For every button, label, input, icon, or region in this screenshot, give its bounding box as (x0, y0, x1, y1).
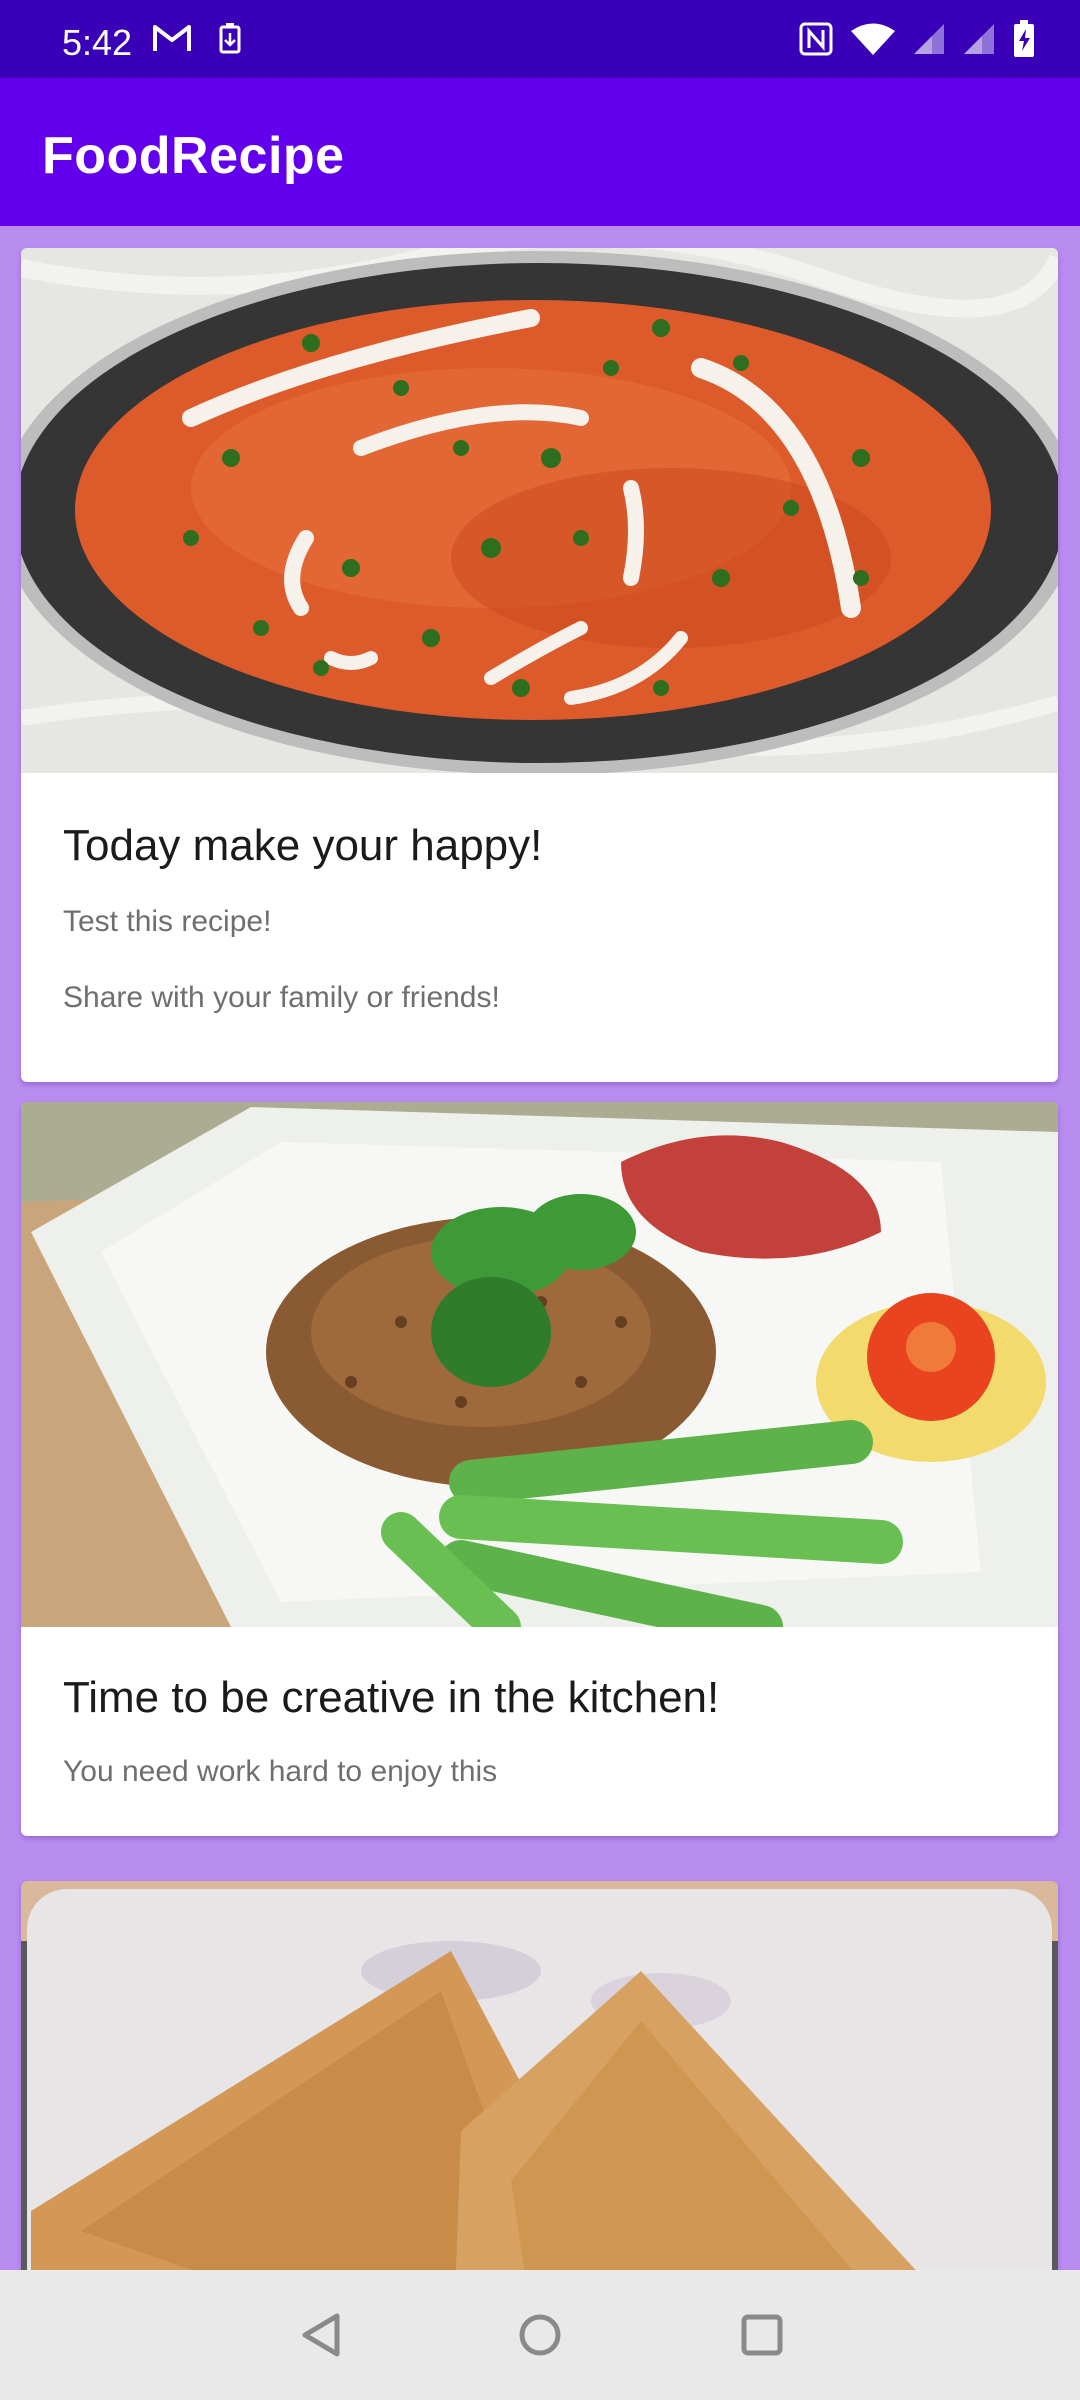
home-icon[interactable] (509, 2304, 571, 2366)
signal-icon (912, 22, 946, 61)
status-bar: 5:42 (0, 0, 1080, 78)
recipe-card[interactable]: Time to be creative in the kitchen! You … (21, 1102, 1058, 1836)
recipe-card[interactable] (21, 1881, 1058, 2270)
app-bar: FoodRecipe (0, 78, 1080, 226)
food-photo-samosa (21, 1881, 1058, 2270)
food-photo-rice (21, 1102, 1058, 1627)
card-title: Time to be creative in the kitchen! (63, 1673, 720, 1722)
status-time: 5:42 (62, 22, 133, 63)
card-text: You need work hard to enjoy this (63, 1755, 498, 1788)
battery-saver-icon (218, 22, 242, 59)
signal-icon (962, 22, 996, 61)
navigation-bar (0, 2270, 1080, 2400)
app-title: FoodRecipe (42, 127, 345, 185)
food-photo-curry (21, 248, 1058, 773)
recipe-list[interactable]: Today make your happy! Test this recipe!… (0, 226, 1080, 2270)
card-title: Today make your happy! (63, 821, 543, 870)
card-text: Test this recipe! (63, 905, 272, 938)
nfc-icon (798, 21, 834, 62)
gmail-icon (152, 23, 192, 58)
battery-charging-icon (1012, 20, 1036, 63)
recents-icon[interactable] (731, 2304, 793, 2366)
card-text: Share with your family or friends! (63, 981, 500, 1014)
recipe-card[interactable]: Today make your happy! Test this recipe!… (21, 248, 1058, 1082)
back-icon[interactable] (290, 2304, 352, 2366)
wifi-icon (850, 22, 896, 61)
